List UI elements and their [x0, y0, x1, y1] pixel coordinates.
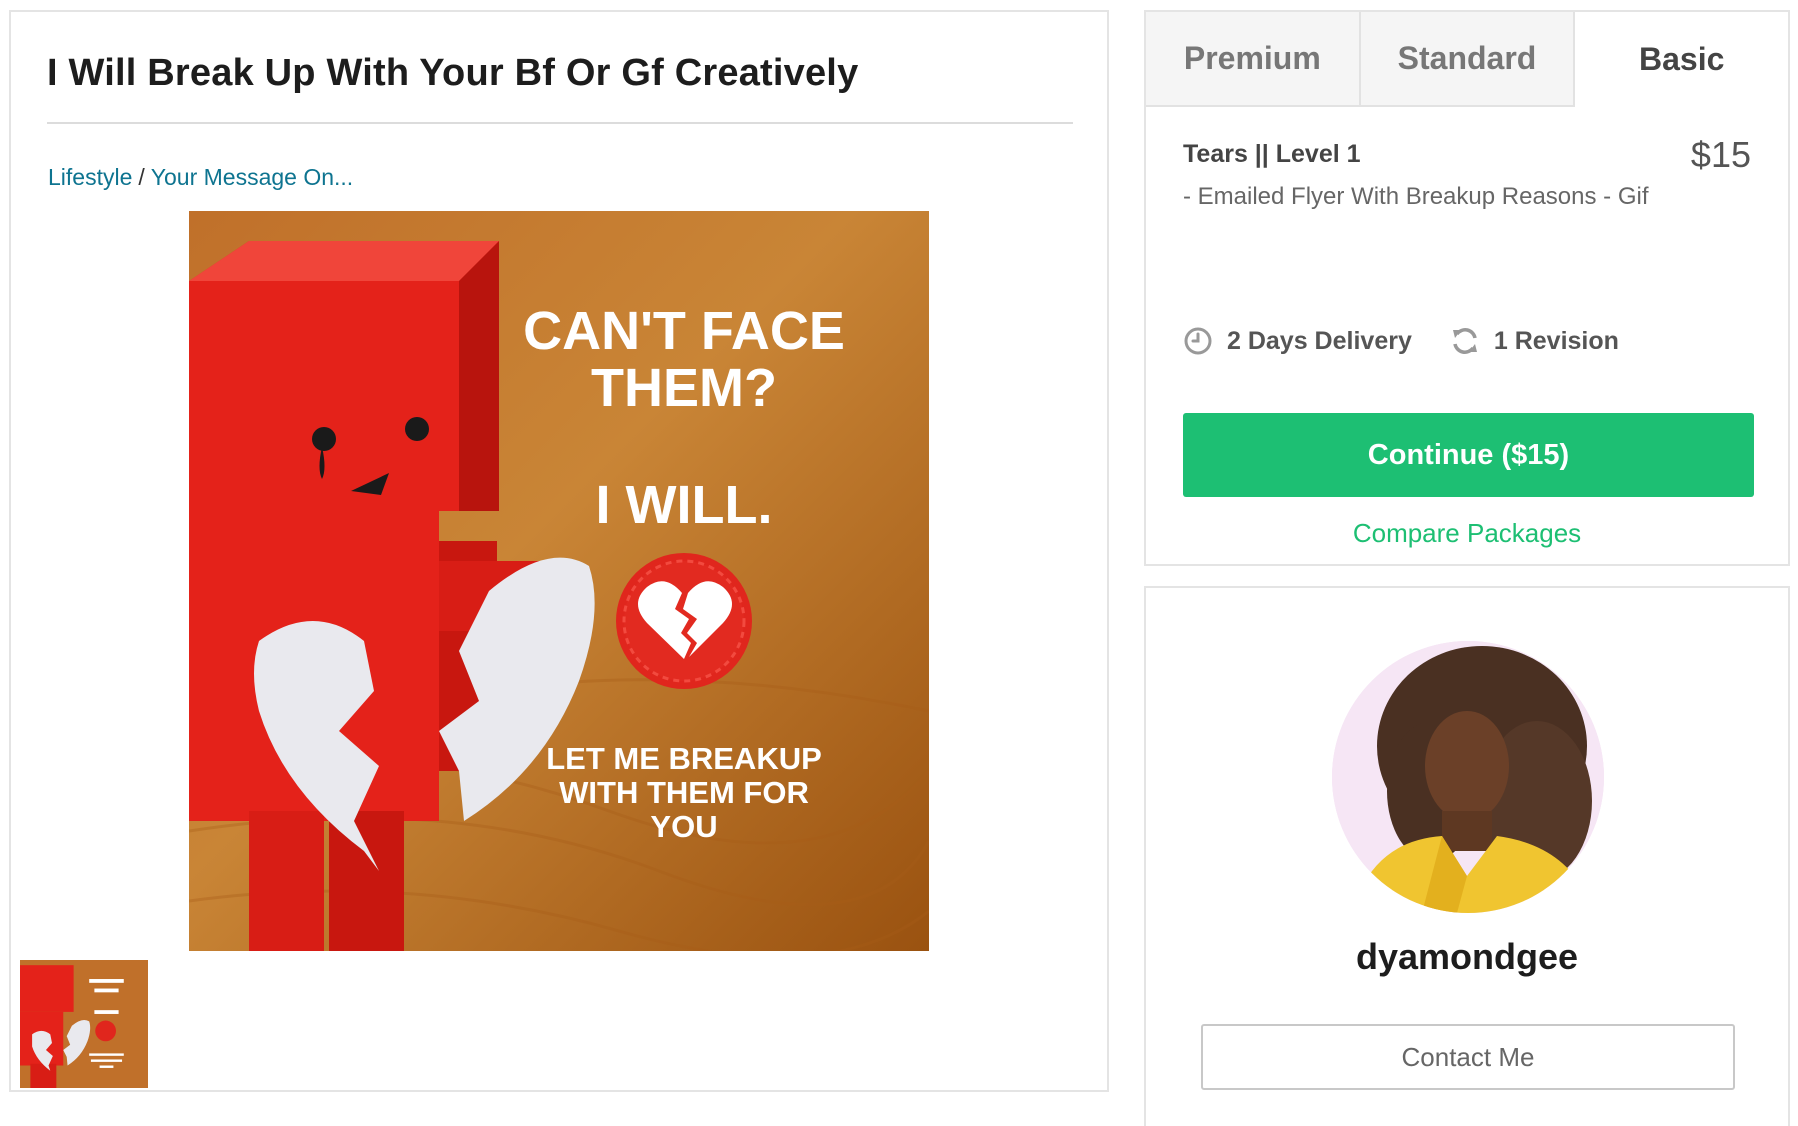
- seller-avatar[interactable]: [1332, 641, 1604, 913]
- avatar-photo: [1332, 641, 1604, 913]
- image-headline-2: THEM?: [591, 358, 777, 418]
- package-price: $15: [1690, 134, 1751, 175]
- package-card: Premium Standard Basic Tears || Level 1 …: [1144, 10, 1790, 566]
- package-name: Tears || Level 1: [1183, 140, 1361, 168]
- image-headline-3: I WILL.: [596, 475, 773, 535]
- breadcrumb-subcategory[interactable]: Your Message On...: [151, 164, 353, 190]
- delivery-text: 2 Days Delivery: [1227, 326, 1412, 355]
- tab-basic[interactable]: Basic: [1575, 12, 1789, 107]
- image-subline-1: LET ME BREAKUP: [546, 741, 822, 776]
- breadcrumb-category[interactable]: Lifestyle: [48, 164, 132, 190]
- package-description: - Emailed Flyer With Breakup Reasons - G…: [1183, 183, 1649, 210]
- package-meta: 2 Days Delivery 1 Revision: [1183, 326, 1657, 356]
- seller-card: dyamondgee Contact Me: [1144, 586, 1790, 1126]
- contact-me-button[interactable]: Contact Me: [1201, 1024, 1735, 1090]
- tab-standard[interactable]: Standard: [1360, 12, 1576, 107]
- gig-overview: I Will Break Up With Your Bf Or Gf Creat…: [9, 10, 1109, 1092]
- image-subline-3: YOU: [650, 809, 717, 844]
- breadcrumb-separator: /: [138, 164, 145, 190]
- package-tabs: Premium Standard Basic: [1146, 12, 1789, 107]
- image-subline-2: WITH THEM FOR: [559, 775, 809, 810]
- revision-info: 1 Revision: [1450, 326, 1619, 356]
- broken-heart-icon: [616, 553, 752, 689]
- tab-premium[interactable]: Premium: [1146, 12, 1361, 107]
- seller-username[interactable]: dyamondgee: [1146, 936, 1788, 978]
- continue-button[interactable]: Continue ($15): [1183, 413, 1754, 497]
- thumbnail-art: [20, 960, 148, 1088]
- revision-text: 1 Revision: [1493, 326, 1619, 355]
- gallery-thumbnail[interactable]: [20, 960, 148, 1088]
- delivery-info: 2 Days Delivery: [1183, 326, 1412, 356]
- title-divider: [47, 122, 1073, 124]
- gig-title: I Will Break Up With Your Bf Or Gf Creat…: [47, 52, 859, 94]
- compare-packages-link[interactable]: Compare Packages: [1146, 518, 1788, 549]
- refresh-icon: [1452, 328, 1477, 354]
- gig-image-art: CAN'T FACE THEM? I WILL. LET ME BREAKUP …: [189, 211, 929, 951]
- breadcrumb: Lifestyle / Your Message On...: [48, 164, 353, 191]
- image-headline-1: CAN'T FACE: [523, 301, 845, 361]
- gig-main-image[interactable]: CAN'T FACE THEM? I WILL. LET ME BREAKUP …: [189, 211, 929, 951]
- clock-icon: [1184, 327, 1212, 355]
